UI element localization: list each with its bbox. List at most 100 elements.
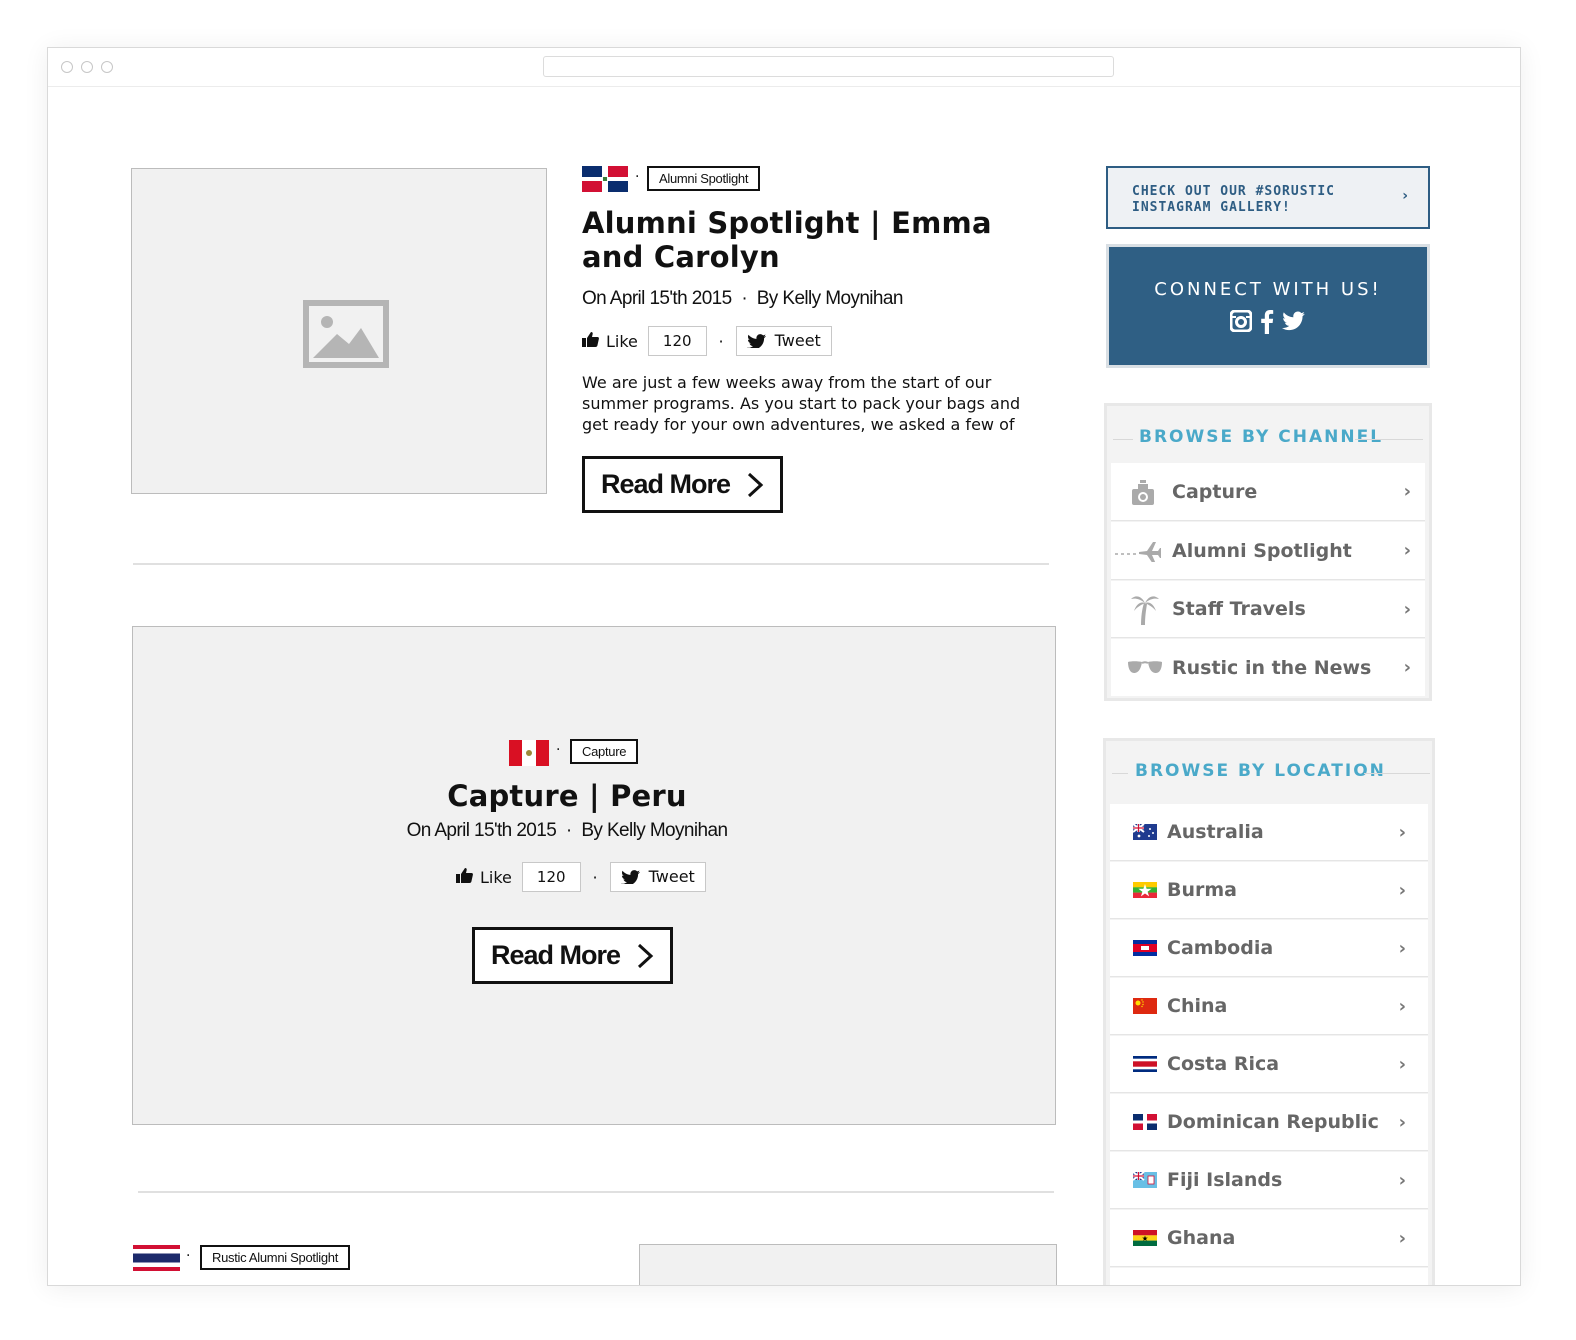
browse-by-channel-panel: BROWSE BY CHANNEL Capture › Alumni Spotl…: [1104, 403, 1432, 701]
location-item-partial[interactable]: [1110, 1268, 1428, 1285]
post-1-image-placeholder[interactable]: [131, 168, 547, 494]
chevron-right-icon: ›: [1403, 598, 1411, 620]
china-flag-icon: [1133, 998, 1157, 1014]
post-2-read-more-button[interactable]: Read More: [472, 927, 673, 984]
address-bar[interactable]: [543, 56, 1114, 77]
location-item-cambodia[interactable]: Cambodia ›: [1110, 920, 1428, 977]
facebook-icon[interactable]: [1260, 310, 1274, 334]
like-count: 120: [647, 326, 707, 356]
meta-separator: ·: [635, 169, 640, 185]
post-3-image-placeholder[interactable]: [639, 1244, 1057, 1285]
post-3-category-tag[interactable]: Rustic Alumni Spotlight: [200, 1245, 351, 1270]
read-more-label: Read More: [490, 940, 621, 970]
post-1-excerpt: We are just a few weeks away from the st…: [582, 372, 1052, 435]
chevron-right-icon: ›: [1398, 937, 1406, 959]
location-item-costa-rica[interactable]: Costa Rica ›: [1110, 1036, 1428, 1093]
heading-rule: [1355, 439, 1423, 440]
dominican-republic-flag-icon: [582, 166, 628, 192]
palm-tree-icon: [1131, 596, 1159, 625]
heading-rule: [1364, 773, 1430, 774]
channel-label: Staff Travels: [1172, 598, 1306, 620]
channel-heading: BROWSE BY CHANNEL: [1139, 427, 1384, 447]
australia-flag-icon: [1133, 824, 1157, 840]
chevron-right-icon: ›: [1403, 481, 1411, 502]
channel-item-alumni-spotlight[interactable]: Alumni Spotlight ›: [1111, 522, 1425, 580]
post-2-date: On April 15'th 2015: [406, 820, 557, 841]
ghana-flag-icon: [1133, 1230, 1157, 1246]
location-item-dominican-republic[interactable]: Dominican Republic ›: [1110, 1094, 1428, 1151]
chevron-right-icon: [638, 943, 654, 968]
like-button[interactable]: Like: [480, 868, 512, 887]
channel-label: Capture: [1172, 480, 1258, 503]
social-icons: [1109, 310, 1427, 334]
window-close-dot[interactable]: [61, 61, 73, 73]
location-item-australia[interactable]: Australia ›: [1110, 804, 1428, 861]
read-more-label: Read More: [600, 469, 731, 499]
tweet-button[interactable]: Tweet: [609, 862, 706, 892]
chevron-right-icon: ›: [1403, 540, 1411, 561]
twitter-icon[interactable]: [1282, 310, 1306, 332]
channel-item-staff-travels[interactable]: Staff Travels ›: [1111, 581, 1425, 638]
post-2-meta: On April 15'th 2015 · By Kelly Moynihan: [406, 820, 728, 841]
location-label: China: [1167, 995, 1228, 1017]
post-1-category-tag[interactable]: Alumni Spotlight: [647, 166, 761, 191]
location-item-burma[interactable]: Burma ›: [1110, 862, 1428, 919]
post-1-title-line-2: and Carolyn: [582, 240, 780, 274]
location-item-fiji-islands[interactable]: Fiji Islands ›: [1110, 1152, 1428, 1209]
post-1-read-more-button[interactable]: Read More: [582, 456, 783, 513]
heading-rule: [1112, 773, 1128, 774]
chevron-right-icon: ›: [1398, 821, 1406, 843]
like-button[interactable]: Like: [606, 332, 638, 351]
location-label: Ghana: [1167, 1227, 1236, 1249]
instagram-banner-line-2: INSTAGRAM GALLERY!: [1132, 200, 1291, 215]
post-1-tag-label: Alumni Spotlight: [659, 171, 749, 186]
instagram-icon[interactable]: [1230, 310, 1252, 332]
tweet-label: Tweet: [774, 331, 821, 350]
browser-titlebar: [48, 48, 1520, 87]
window-minimize-dot[interactable]: [81, 61, 93, 73]
channel-item-capture[interactable]: Capture ›: [1111, 463, 1425, 521]
location-heading: BROWSE BY LOCATION: [1135, 761, 1386, 781]
tweet-label: Tweet: [648, 867, 695, 886]
burma-flag-icon: [1133, 882, 1157, 898]
cambodia-flag-icon: [1133, 940, 1157, 956]
fiji-flag-icon: [1133, 1172, 1157, 1188]
twitter-bird-icon: [746, 334, 766, 348]
like-count: 120: [521, 862, 581, 892]
channel-label: Rustic in the News: [1172, 656, 1372, 679]
post-2-title[interactable]: Capture | Peru: [132, 779, 1002, 813]
thumbs-up-icon: [582, 331, 600, 351]
chevron-right-icon: ›: [1402, 188, 1408, 204]
airplane-icon: [1115, 542, 1161, 562]
sunglasses-icon: [1128, 661, 1162, 673]
channel-label: Alumni Spotlight: [1172, 539, 1352, 562]
excerpt-line: We are just a few weeks away from the st…: [582, 373, 992, 392]
post-divider: [138, 1191, 1054, 1193]
post-2-tag-label: Capture: [582, 744, 627, 759]
chevron-right-icon: ›: [1398, 1111, 1406, 1133]
camera-icon: [1132, 480, 1154, 505]
chevron-right-icon: ›: [1398, 1053, 1406, 1075]
instagram-gallery-banner[interactable]: CHECK OUT OUR #SORUSTIC INSTAGRAM GALLER…: [1106, 166, 1430, 229]
tweet-button[interactable]: Tweet: [735, 326, 832, 356]
thailand-flag-icon: [133, 1245, 180, 1271]
post-2-category-tag[interactable]: Capture: [570, 739, 639, 764]
meta-separator: ·: [556, 742, 561, 758]
window-zoom-dot[interactable]: [101, 61, 113, 73]
post-1-title[interactable]: Alumni Spotlight | Emma and Carolyn: [582, 206, 1022, 274]
post-divider: [133, 563, 1049, 565]
location-label: Dominican Republic: [1167, 1111, 1379, 1133]
location-item-china[interactable]: China ›: [1110, 978, 1428, 1035]
post-2-author[interactable]: By Kelly Moynihan: [581, 820, 728, 841]
location-label: Cambodia: [1167, 937, 1274, 959]
chevron-right-icon: ›: [1398, 1169, 1406, 1191]
twitter-bird-icon: [620, 870, 640, 884]
post-1-title-line-1: Alumni Spotlight | Emma: [582, 206, 992, 240]
channel-item-rustic-in-the-news[interactable]: Rustic in the News ›: [1111, 639, 1425, 696]
post-2-title-text: Capture | Peru: [447, 779, 687, 813]
post-1-author[interactable]: By Kelly Moynihan: [757, 288, 904, 309]
chevron-right-icon: ›: [1398, 879, 1406, 901]
location-item-ghana[interactable]: Ghana ›: [1110, 1210, 1428, 1267]
chevron-right-icon: [748, 472, 764, 497]
location-label: Costa Rica: [1167, 1053, 1280, 1075]
